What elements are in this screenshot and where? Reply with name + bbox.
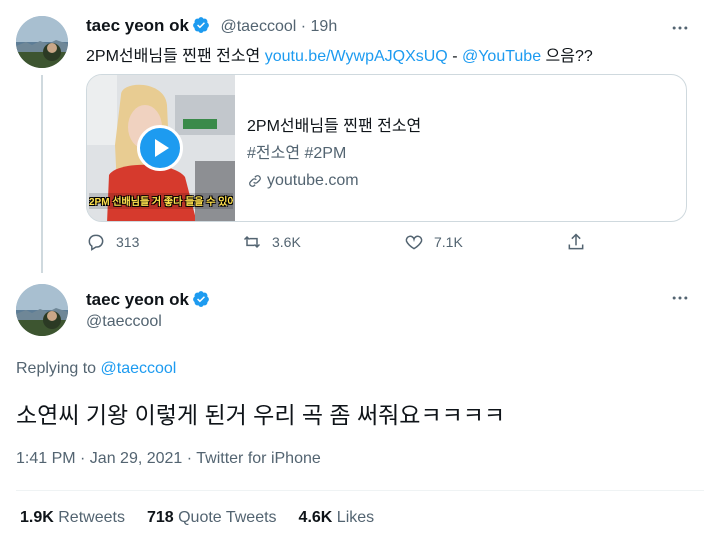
tweet-text-suffix: 으음?? <box>541 48 593 65</box>
retweets-value: 1.9K <box>20 509 54 526</box>
thumbnail-caption: 2PM 선배님들 거 좋다 들을 수 있어 <box>89 193 233 209</box>
avatar-photo <box>16 16 68 68</box>
more-icon[interactable] <box>668 286 692 310</box>
likes-value: 4.6K <box>298 509 333 526</box>
tweet-thread: taec yeon ok @taeccool · 19h 2PM선배님들 찐팬 … <box>0 0 720 540</box>
user-handle[interactable]: @taeccool <box>86 313 162 331</box>
tweet-text-prefix: 2PM선배님들 찐팬 전소연 <box>86 48 265 65</box>
display-name[interactable]: taec yeon ok <box>86 290 189 309</box>
tweet-link[interactable]: youtu.be/WywpAJQXsUQ <box>265 48 448 65</box>
tweet-text: 2PM선배님들 찐팬 전소연 youtu.be/WywpAJQXsUQ - @Y… <box>86 42 593 66</box>
avatar[interactable] <box>16 284 68 336</box>
card-domain: youtube.com <box>247 167 421 194</box>
quote-tweets-stat[interactable]: 718 Quote Tweets <box>147 509 277 527</box>
replying-to-label: Replying to <box>16 360 101 377</box>
tweet-text: 소연씨 기왕 이렇게 된거 우리 곡 좀 써줘요ㅋㅋㅋㅋ <box>16 402 506 428</box>
retweet-count: 3.6K <box>272 234 301 250</box>
tweet-text-mid: - <box>447 48 462 65</box>
card-body: 2PM선배님들 찐팬 전소연 #전소연 #2PM youtube.com <box>247 113 421 194</box>
avatar[interactable] <box>16 16 68 68</box>
retweet-icon <box>243 235 261 249</box>
like-count: 7.1K <box>434 234 463 250</box>
like-button[interactable]: 7.1K <box>404 232 463 252</box>
separator: · <box>300 18 307 35</box>
display-name[interactable]: taec yeon ok <box>86 16 189 35</box>
link-icon <box>249 174 261 187</box>
user-handle[interactable]: @taeccool <box>220 18 296 35</box>
quote-tweets-value: 718 <box>146 509 174 526</box>
like-icon <box>405 235 423 250</box>
tweet-meta[interactable]: 1:41 PM · Jan 29, 2021 · Twitter for iPh… <box>16 450 321 468</box>
replying-to-link[interactable]: @taeccool <box>101 360 177 377</box>
card-title: 2PM선배님들 찐팬 전소연 <box>247 118 422 135</box>
tweet-actions: 313 3.6K 7.1K <box>86 232 606 258</box>
timestamp[interactable]: 19h <box>311 18 338 35</box>
likes-label: Likes <box>336 509 375 526</box>
play-icon[interactable] <box>137 125 183 171</box>
verified-badge-icon <box>193 17 209 33</box>
verified-badge-icon <box>193 291 209 307</box>
card-domain-text: youtube.com <box>267 172 359 189</box>
divider <box>16 490 704 491</box>
thread-line <box>41 75 43 273</box>
share-icon <box>568 233 584 250</box>
retweets-label: Retweets <box>58 509 125 526</box>
quote-tweets-label: Quote Tweets <box>178 509 277 526</box>
retweet-button[interactable]: 3.6K <box>242 232 301 252</box>
share-button[interactable] <box>566 232 586 252</box>
reply-button[interactable]: 313 <box>86 232 139 252</box>
replying-to: Replying to @taeccool <box>16 360 176 378</box>
video-thumbnail[interactable]: 2PM 선배님들 거 좋다 들을 수 있어 <box>87 75 235 221</box>
link-card[interactable]: 2PM 선배님들 거 좋다 들을 수 있어 2PM선배님들 찐팬 전소연 #전소… <box>86 74 687 222</box>
tweet-header: taec yeon ok <box>86 290 210 310</box>
reply-count: 313 <box>116 234 140 250</box>
mention-link[interactable]: @YouTube <box>462 48 541 65</box>
card-description: #전소연 #2PM <box>247 145 347 162</box>
reply-icon <box>88 234 104 251</box>
retweets-stat[interactable]: 1.9K Retweets <box>20 509 125 527</box>
likes-stat[interactable]: 4.6K Likes <box>299 509 375 527</box>
tweet-stats: 1.9K Retweets 718 Quote Tweets 4.6K Like… <box>20 509 374 527</box>
tweet-header: taec yeon ok @taeccool · 19h <box>86 16 337 36</box>
avatar-photo <box>16 284 68 336</box>
more-icon[interactable] <box>668 16 692 40</box>
